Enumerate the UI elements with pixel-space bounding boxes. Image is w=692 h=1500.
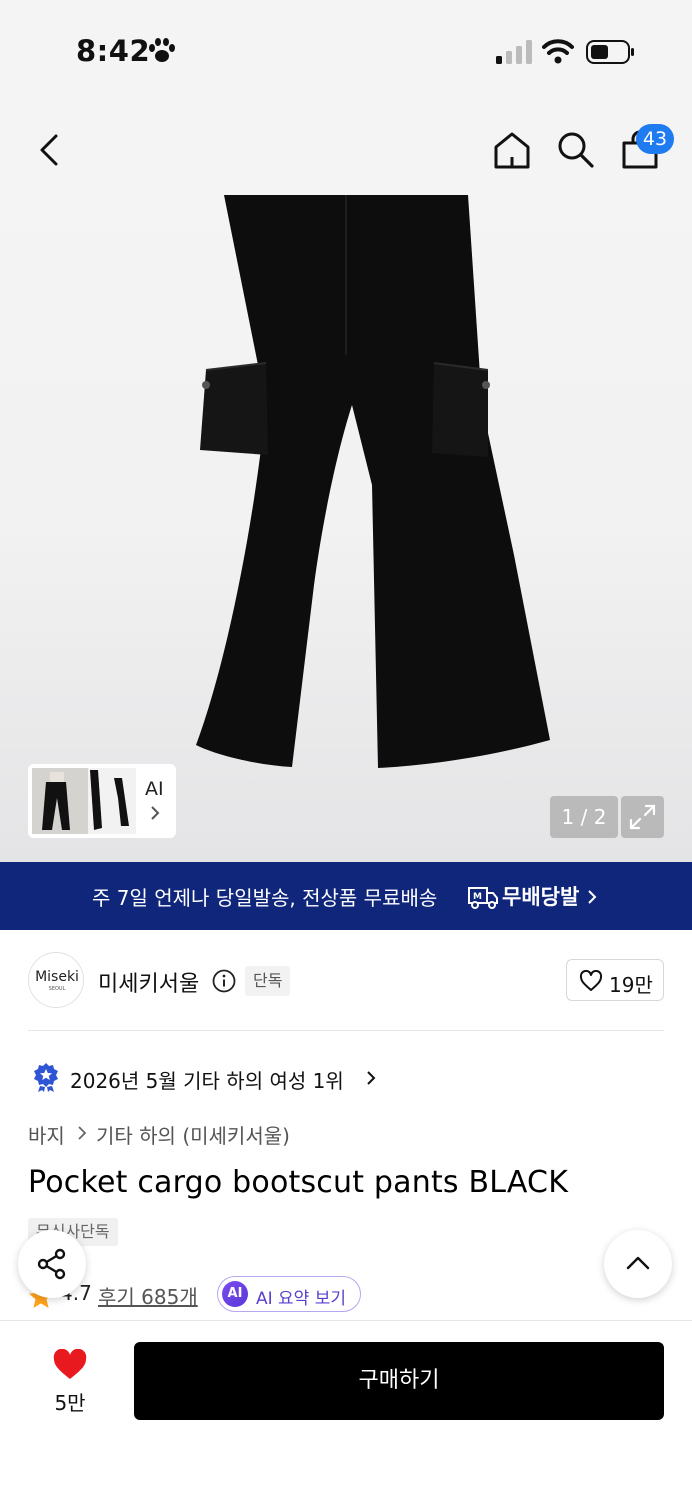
model-thumbnail-image [32,768,136,834]
brand-name[interactable]: 미세키서울 [98,966,199,998]
chevron-up-icon [626,1256,650,1270]
share-button[interactable] [18,1230,86,1298]
cart-count-badge[interactable]: 43 [636,124,674,154]
bottom-action-bar: 5만 구매하기 [0,1320,692,1500]
ai-summary-button[interactable]: AI AI 요약 보기 [217,1276,361,1312]
wifi-icon [542,39,574,64]
brand-logo[interactable]: Miseki SEOUL [28,952,84,1008]
brand-logo-subtext: SEOUL [48,986,66,992]
chevron-right-icon [588,890,597,904]
ai-thumbnail-label: AI [145,778,164,800]
home-icon[interactable] [492,130,532,170]
ai-thumbnail-card[interactable]: AI [28,764,176,838]
chevron-right-icon [78,1126,87,1140]
reviews-link[interactable]: 후기 685개 [98,1281,198,1310]
product-like-count: 5만 [54,1391,86,1415]
banner-highlight: 무배당발 [502,885,580,909]
breadcrumb-subcategory[interactable]: 기타 하의 (미세키서울) [96,1120,290,1149]
brand-logo-text: Miseki [35,969,79,985]
brand-like-count: 19만 [609,973,653,997]
ranking-medal-icon [34,1063,58,1092]
divider [28,1030,664,1031]
info-icon[interactable] [212,969,236,993]
chevron-right-icon [367,1071,376,1085]
scroll-to-top-button[interactable] [604,1230,672,1298]
cellular-signal-icon [496,40,532,64]
status-bar: 8:42 [0,0,692,100]
banner-text: 주 7일 언제나 당일발송, 전상품 무료배송 [92,886,438,910]
ranking-link[interactable]: 2026년 5월 기타 하의 여성 1위 [70,1065,344,1094]
image-page-indicator: 1 / 2 [550,796,618,838]
brand-like-button[interactable]: 19만 [566,959,664,1001]
back-arrow-icon[interactable] [30,128,70,172]
product-image-gallery[interactable]: 43 AI 1 / 2 [0,100,692,862]
svg-text:M: M [473,892,482,902]
exclusive-tag: 단독 [245,966,291,996]
ai-summary-label: AI 요약 보기 [256,1289,347,1309]
heart-outline-icon [579,970,603,991]
breadcrumb-category[interactable]: 바지 [28,1120,65,1149]
buy-button[interactable]: 구매하기 [134,1342,664,1420]
product-title: Pocket cargo bootscut pants BLACK [28,1165,569,1200]
share-icon [37,1248,66,1280]
delivery-truck-icon: M [468,887,498,909]
expand-icon [629,804,656,830]
product-photo [196,195,550,768]
chevron-right-icon [151,806,160,820]
battery-icon [586,40,634,64]
status-time: 8:42 [76,34,151,68]
shipping-banner[interactable]: 주 7일 언제나 당일발송, 전상품 무료배송 M 무배당발 [0,862,692,930]
expand-image-button[interactable] [621,796,664,838]
search-icon[interactable] [556,130,596,170]
paw-icon [149,38,175,62]
ai-badge-icon: AI [222,1281,248,1307]
heart-filled-icon[interactable] [52,1349,88,1381]
